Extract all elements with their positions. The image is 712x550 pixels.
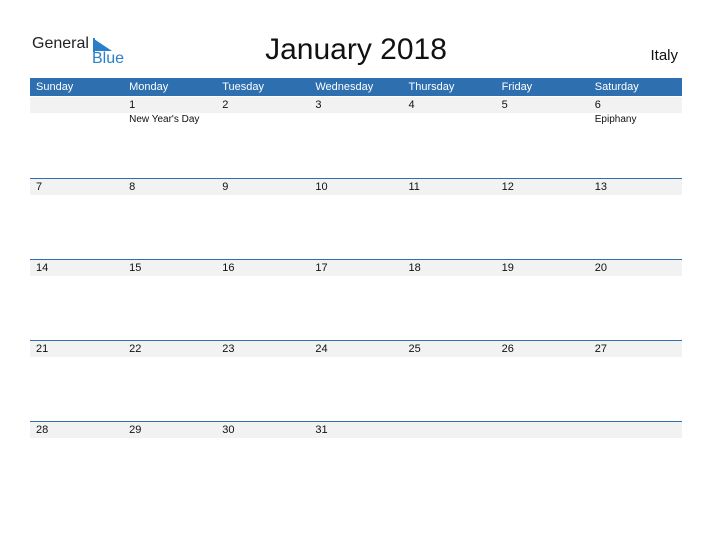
day-number: 25 (408, 343, 421, 355)
holiday-label: New Year's Day (129, 114, 200, 125)
day-number: 3 (315, 99, 322, 111)
weekday-wednesday: Wednesday (315, 81, 374, 93)
day-number: 7 (36, 181, 43, 193)
date-strip: 21 22 23 24 25 26 27 (30, 341, 682, 357)
day-number: 9 (222, 181, 229, 193)
date-strip: 14 15 16 17 18 19 20 (30, 260, 682, 276)
day-number: 18 (408, 262, 421, 274)
weekday-monday: Monday (129, 81, 169, 93)
day-number: 24 (315, 343, 328, 355)
day-number: 23 (222, 343, 235, 355)
day-number: 14 (36, 262, 49, 274)
day-number: 16 (222, 262, 235, 274)
country-label: Italy (650, 47, 678, 64)
weekday-sunday: Sunday (36, 81, 74, 93)
holiday-label (216, 113, 309, 127)
week-row: 7 8 9 10 11 12 13 (30, 178, 682, 259)
day-number: 17 (315, 262, 328, 274)
day-number: 21 (36, 343, 49, 355)
holiday-label (309, 113, 402, 127)
events-row: New Year's Day Epiphany (30, 113, 682, 127)
holiday-label (496, 113, 589, 127)
day-number: 8 (129, 181, 136, 193)
calendar-title: January 2018 (265, 33, 447, 66)
day-number: 6 (594, 99, 601, 111)
day-number: 27 (594, 343, 607, 355)
day-number: 20 (594, 262, 607, 274)
weekday-saturday: Saturday (594, 81, 639, 93)
day-number: 11 (408, 181, 420, 193)
day-number: 30 (222, 424, 235, 436)
holiday-label (403, 113, 496, 127)
week-row: 1 2 3 4 5 6 New Year's Day Epiphany (30, 97, 682, 178)
calendar-grid: Sunday Monday Tuesday Wednesday Thursday Frid… (30, 78, 682, 502)
day-number: 28 (36, 424, 49, 436)
day-number: 31 (315, 424, 328, 436)
day-number (589, 422, 682, 438)
date-strip: 28 29 30 31 (30, 422, 682, 438)
week-row: 28 29 30 31 (30, 421, 682, 502)
day-number: 5 (501, 99, 508, 111)
holiday-label (30, 113, 123, 127)
day-number: 22 (129, 343, 142, 355)
day-number: 19 (501, 262, 514, 274)
weekday-friday: Friday (501, 81, 533, 93)
weekday-tuesday: Tuesday (222, 81, 265, 93)
week-row: 14 15 16 17 18 19 20 (30, 259, 682, 340)
date-strip: 7 8 9 10 11 12 13 (30, 179, 682, 195)
weekday-header: Sunday Monday Tuesday Wednesday Thursday Frid… (30, 78, 682, 96)
date-strip: 1 2 3 4 5 6 (30, 97, 682, 113)
weekday-thursday: Thursday (408, 81, 455, 93)
day-number (403, 422, 496, 438)
holiday-label: Epiphany (594, 114, 637, 125)
day-number: 2 (222, 99, 229, 111)
day-number: 12 (501, 181, 514, 193)
day-number (30, 97, 123, 113)
day-number: 15 (129, 262, 142, 274)
day-number: 13 (594, 181, 607, 193)
week-row: 21 22 23 24 25 26 27 (30, 340, 682, 421)
day-number: 29 (129, 424, 142, 436)
day-number: 26 (501, 343, 514, 355)
day-number: 10 (315, 181, 328, 193)
day-number: 1 (129, 99, 136, 111)
day-number (496, 422, 589, 438)
day-number: 4 (408, 99, 415, 111)
